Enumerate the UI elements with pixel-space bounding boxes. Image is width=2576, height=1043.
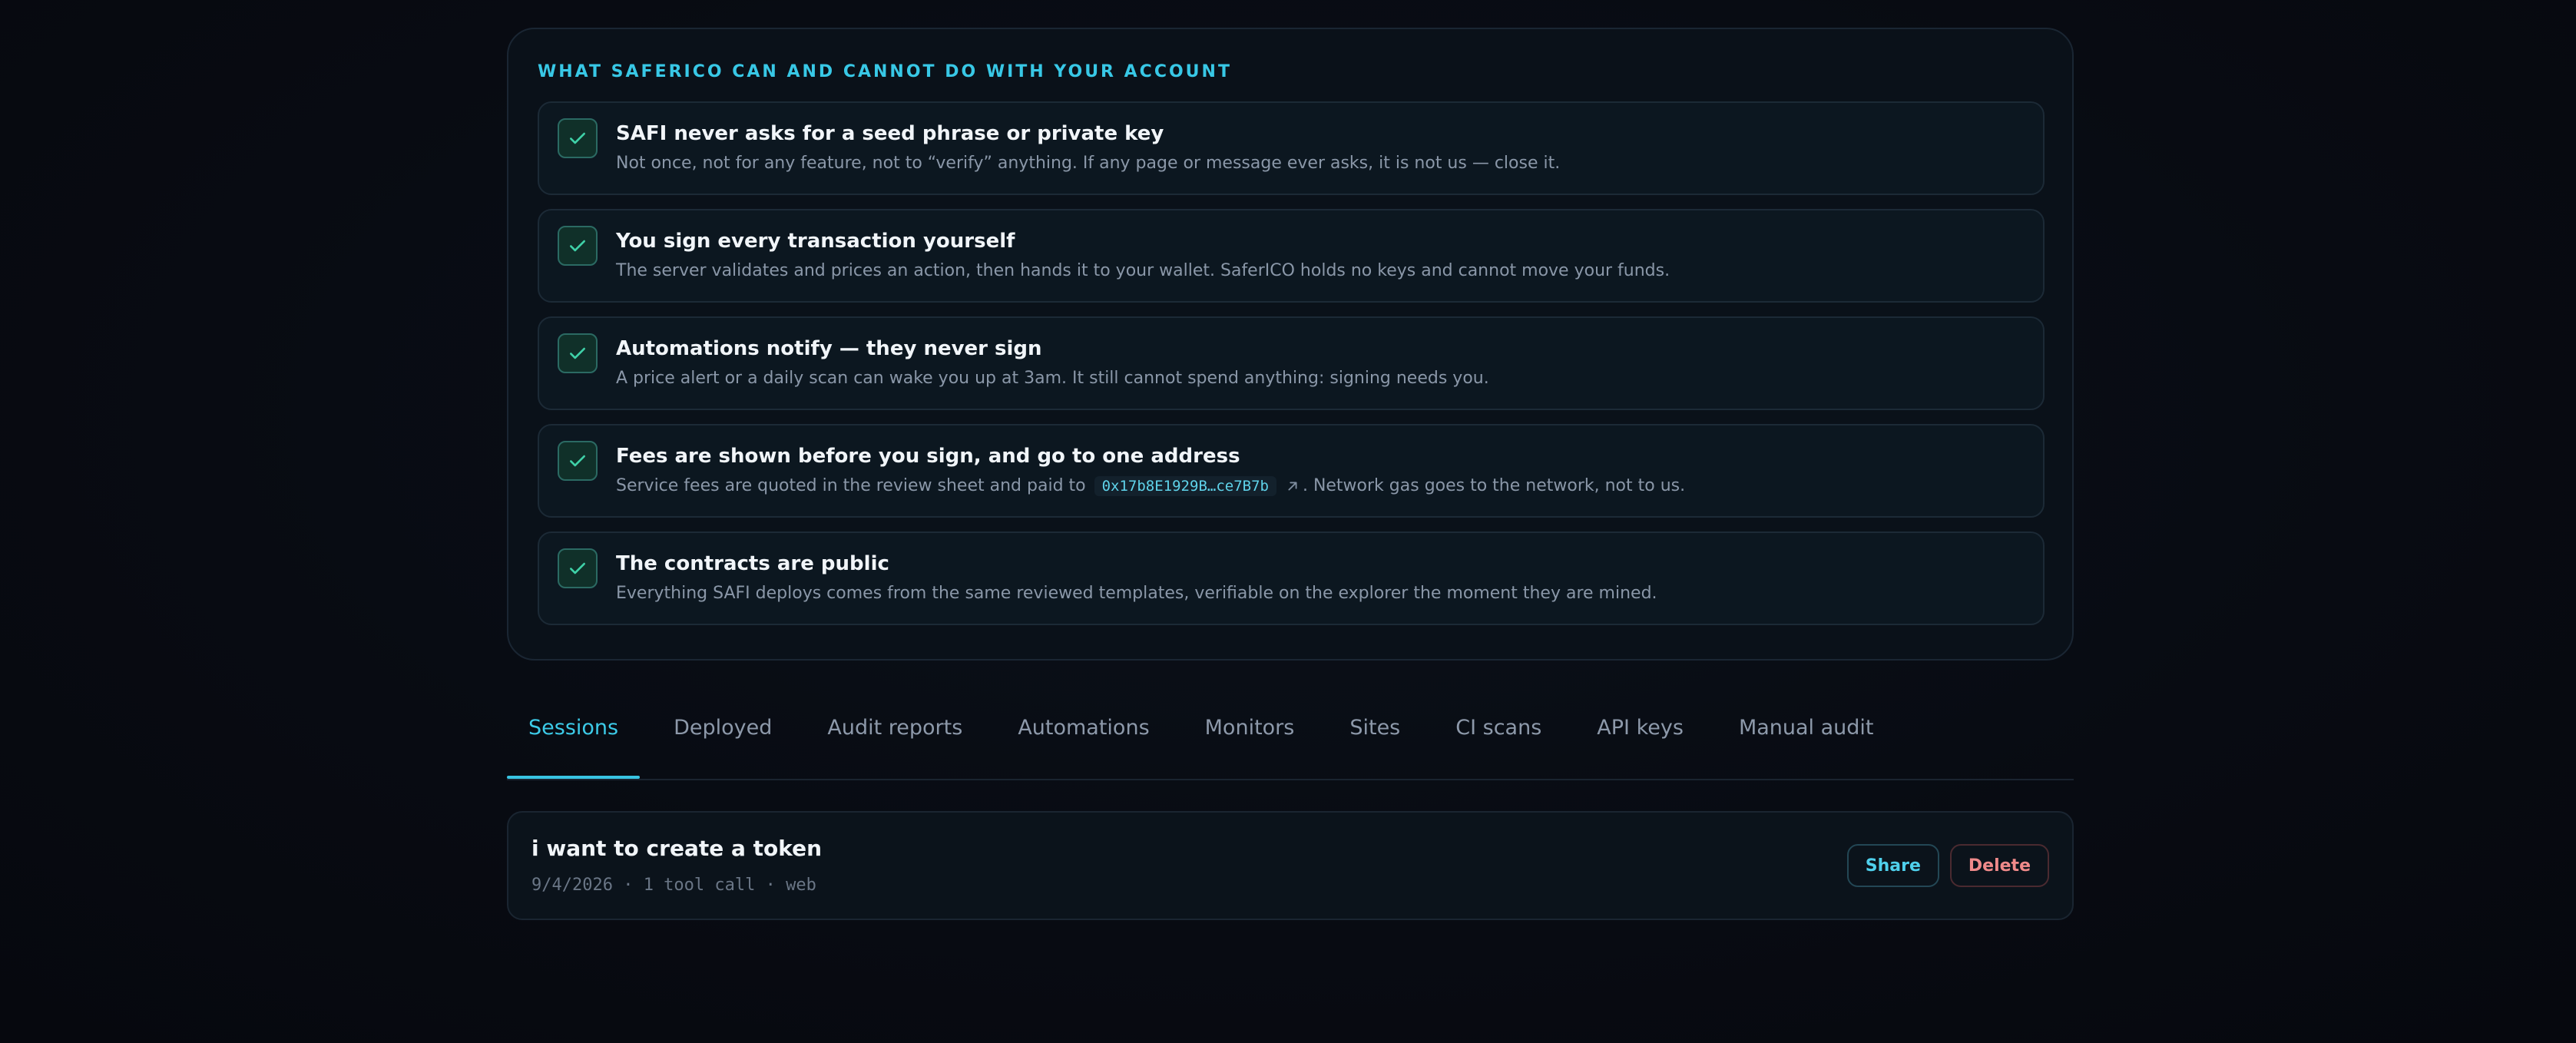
rule-title: You sign every transaction yourself bbox=[616, 230, 1015, 253]
rule-description: Not once, not for any feature, not to “v… bbox=[616, 154, 1561, 173]
share-button[interactable]: Share bbox=[1846, 844, 1939, 887]
tab-automations[interactable]: Automations bbox=[996, 704, 1170, 779]
tab-audit-reports[interactable]: Audit reports bbox=[806, 704, 984, 779]
rule-title: Fees are shown before you sign, and go t… bbox=[616, 445, 1240, 468]
session-title[interactable]: i want to create a token bbox=[531, 833, 822, 864]
session-actions: Share Delete bbox=[1846, 844, 2049, 887]
fee-address-link[interactable]: 0x17b8E1929B…ce7B7b bbox=[1094, 476, 1276, 496]
page-content: WHAT SAFERICO CAN AND CANNOT DO WITH YOU… bbox=[507, 28, 2074, 920]
rule-title: SAFI never asks for a seed phrase or pri… bbox=[616, 122, 1164, 145]
fee-desc-before: Service fees are quoted in the review sh… bbox=[616, 476, 1086, 495]
external-link-icon[interactable] bbox=[1284, 478, 1301, 495]
rule-description: A price alert or a daily scan can wake y… bbox=[616, 369, 1489, 388]
tab-manual-audit[interactable]: Manual audit bbox=[1717, 704, 1896, 779]
rule-description: Everything SAFI deploys comes from the s… bbox=[616, 584, 1657, 603]
rule-card-seed-phrase: SAFI never asks for a seed phrase or pri… bbox=[538, 101, 2045, 195]
tab-ci-scans[interactable]: CI scans bbox=[1434, 704, 1563, 779]
tab-sites[interactable]: Sites bbox=[1328, 704, 1422, 779]
check-icon bbox=[558, 548, 598, 588]
rule-description: The server validates and prices an actio… bbox=[616, 261, 1670, 280]
fee-desc-after: . Network gas goes to the network, not t… bbox=[1302, 476, 1686, 495]
rule-title: The contracts are public bbox=[616, 552, 889, 575]
tab-api-keys[interactable]: API keys bbox=[1575, 704, 1705, 779]
safety-panel: WHAT SAFERICO CAN AND CANNOT DO WITH YOU… bbox=[507, 28, 2074, 661]
check-icon bbox=[558, 441, 598, 481]
safety-heading: WHAT SAFERICO CAN AND CANNOT DO WITH YOU… bbox=[538, 62, 1232, 81]
rule-card-sign-yourself: You sign every transaction yourself The … bbox=[538, 209, 2045, 303]
rule-description: Service fees are quoted in the review sh… bbox=[616, 473, 1685, 499]
rule-card-automations: Automations notify — they never sign A p… bbox=[538, 316, 2045, 410]
tab-bar: Sessions Deployed Audit reports Automati… bbox=[507, 704, 2074, 780]
tab-deployed[interactable]: Deployed bbox=[652, 704, 793, 779]
tab-sessions[interactable]: Sessions bbox=[507, 704, 641, 779]
rule-title: Automations notify — they never sign bbox=[616, 337, 1042, 360]
session-card[interactable]: i want to create a token 9/4/2026 · 1 to… bbox=[507, 811, 2074, 920]
check-icon bbox=[558, 226, 598, 266]
check-icon bbox=[558, 118, 598, 158]
check-icon bbox=[558, 333, 598, 373]
delete-button[interactable]: Delete bbox=[1949, 844, 2049, 887]
tab-monitors[interactable]: Monitors bbox=[1184, 704, 1316, 779]
rule-card-fees: Fees are shown before you sign, and go t… bbox=[538, 424, 2045, 518]
rule-card-public-contracts: The contracts are public Everything SAFI… bbox=[538, 531, 2045, 625]
session-meta: 9/4/2026 · 1 tool call · web bbox=[531, 876, 816, 895]
